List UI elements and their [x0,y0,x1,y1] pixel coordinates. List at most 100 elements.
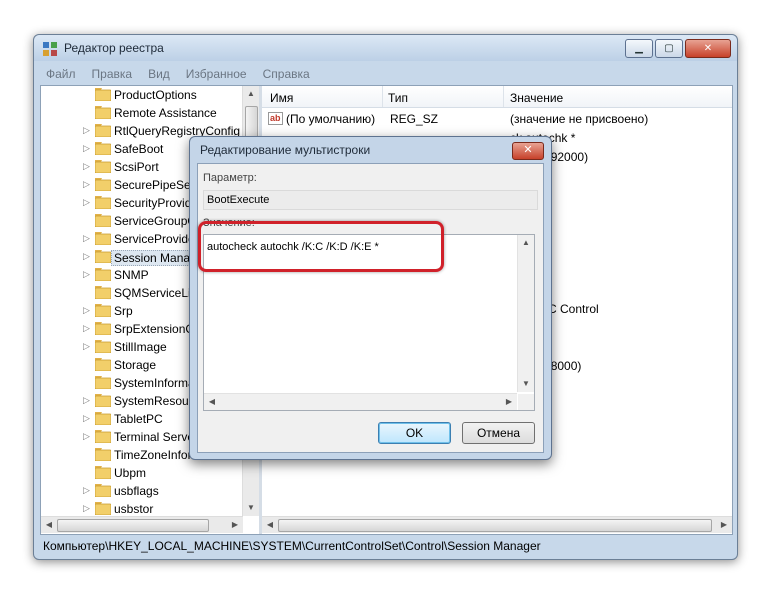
cancel-button[interactable]: Отмена [462,422,535,444]
list-cell-type: REG_SZ [390,112,439,126]
scroll-thumb[interactable] [278,519,712,532]
multistring-edit-dialog: Редактирование мультистроки ✕ Параметр: … [189,136,552,460]
scroll-up-icon[interactable]: ▲ [243,86,259,102]
scroll-left-icon[interactable]: ◀ [41,517,57,533]
scroll-right-icon[interactable]: ▶ [716,517,732,533]
expand-arrow-icon[interactable]: ▷ [83,179,90,190]
expand-arrow-icon[interactable]: ▷ [83,197,90,208]
folder-icon [95,142,111,155]
expand-arrow-icon[interactable]: ▷ [83,341,90,352]
value-vertical-scrollbar[interactable]: ▲ ▼ [517,235,534,392]
folder-icon [95,106,111,119]
list-horizontal-scrollbar[interactable]: ◀ ▶ [262,516,732,533]
folder-icon [95,502,111,515]
value-horizontal-scrollbar[interactable]: ◀ ▶ [204,393,517,410]
scroll-down-icon[interactable]: ▼ [243,500,259,516]
expand-arrow-icon[interactable]: ▷ [83,161,90,172]
expand-arrow-icon[interactable]: ▷ [83,431,90,442]
status-bar: Компьютер\HKEY_LOCAL_MACHINE\SYSTEM\Curr… [43,539,541,553]
close-icon: ✕ [703,43,713,54]
expand-arrow-icon[interactable]: ▷ [83,269,90,280]
tree-item-label: Remote Assistance [114,106,217,120]
tree-item-label: SafeBoot [114,142,164,156]
tree-item[interactable]: Ubpm [41,464,243,482]
folder-icon [95,304,111,317]
tree-item-label: StillImage [114,340,167,354]
tree-item[interactable]: ▷ usbflags [41,482,243,500]
tree-item-label: ScsiPort [114,160,159,174]
close-button[interactable]: ✕ [685,39,731,58]
maximize-icon: ▢ [664,43,674,54]
folder-icon [95,124,111,137]
minimize-icon: ▁ [635,43,643,54]
list-header: Имя Тип Значение [262,86,732,108]
folder-icon [95,430,111,443]
window-title: Редактор реестра [64,41,164,55]
folder-icon [95,484,111,497]
folder-icon [95,340,111,353]
list-row[interactable]: ab (По умолчанию) REG_SZ (значение не присв… [262,112,732,131]
folder-icon [95,376,111,389]
value-highlight-annotation [198,221,444,272]
folder-icon [95,448,111,461]
menu-edit[interactable]: Правка [92,65,133,83]
menu-bar: Файл Правка Вид Избранное Справка [40,65,731,83]
expand-arrow-icon[interactable]: ▷ [83,395,90,406]
tree-item-label: usbflags [114,484,159,498]
expand-arrow-icon[interactable]: ▷ [83,233,90,244]
list-cell-value: (значение не присвоено) [510,112,649,126]
scroll-left-icon[interactable]: ◀ [204,394,220,410]
list-cell-name: (По умолчанию) [286,112,376,126]
tree-item-label: SQMServiceList [114,286,201,300]
folder-icon [95,394,111,407]
menu-file[interactable]: Файл [46,65,76,83]
scroll-left-icon[interactable]: ◀ [262,517,278,533]
scroll-right-icon[interactable]: ▶ [501,394,517,410]
tree-item[interactable]: Remote Assistance [41,104,243,122]
expand-arrow-icon[interactable]: ▷ [83,323,90,334]
expand-arrow-icon[interactable]: ▷ [83,251,90,262]
minimize-button[interactable]: ▁ [625,39,653,58]
param-label: Параметр: [203,172,257,184]
scroll-thumb[interactable] [57,519,209,532]
tree-horizontal-scrollbar[interactable]: ◀ ▶ [41,516,243,533]
folder-icon [95,466,111,479]
expand-arrow-icon[interactable]: ▷ [83,125,90,136]
folder-icon [95,214,111,227]
dialog-body: Параметр: BootExecute Значение: autochec… [197,163,544,453]
header-type[interactable]: Тип [388,91,408,105]
tree-item-label: ProductOptions [114,88,197,102]
tree-item-label: usbstor [114,502,154,516]
tree-item[interactable]: ▷ usbstor [41,500,243,516]
folder-icon [95,232,111,245]
scroll-right-icon[interactable]: ▶ [227,517,243,533]
header-value[interactable]: Значение [510,91,563,105]
scroll-up-icon[interactable]: ▲ [518,235,534,251]
menu-view[interactable]: Вид [148,65,170,83]
expand-arrow-icon[interactable]: ▷ [83,305,90,316]
expand-arrow-icon[interactable]: ▷ [83,503,90,514]
tree-item-label: Storage [114,358,157,372]
tree-item-label: ServiceProvider [114,232,199,246]
maximize-button[interactable]: ▢ [655,39,683,58]
tree-item-label: Ubpm [114,466,147,480]
title-bar[interactable]: Редактор реестра ▁ ▢ ✕ [34,35,737,61]
ok-button[interactable]: OK [378,422,451,444]
tree-item[interactable]: ProductOptions [41,86,243,104]
dialog-title: Редактирование мультистроки [200,143,371,157]
folder-icon [95,196,111,209]
string-value-icon: ab [268,112,283,125]
expand-arrow-icon[interactable]: ▷ [83,143,90,154]
expand-arrow-icon[interactable]: ▷ [83,413,90,424]
param-name-field: BootExecute [203,190,538,210]
scroll-down-icon[interactable]: ▼ [518,376,534,392]
dialog-close-button[interactable]: ✕ [512,142,544,160]
expand-arrow-icon[interactable]: ▷ [83,485,90,496]
tree-item-label: SNMP [114,268,149,282]
scroll-corner [518,394,534,410]
tree-item-label: TabletPC [114,412,163,426]
menu-help[interactable]: Справка [263,65,310,83]
menu-favorites[interactable]: Избранное [186,65,247,83]
registry-editor-icon [43,42,57,56]
header-name[interactable]: Имя [270,91,293,105]
